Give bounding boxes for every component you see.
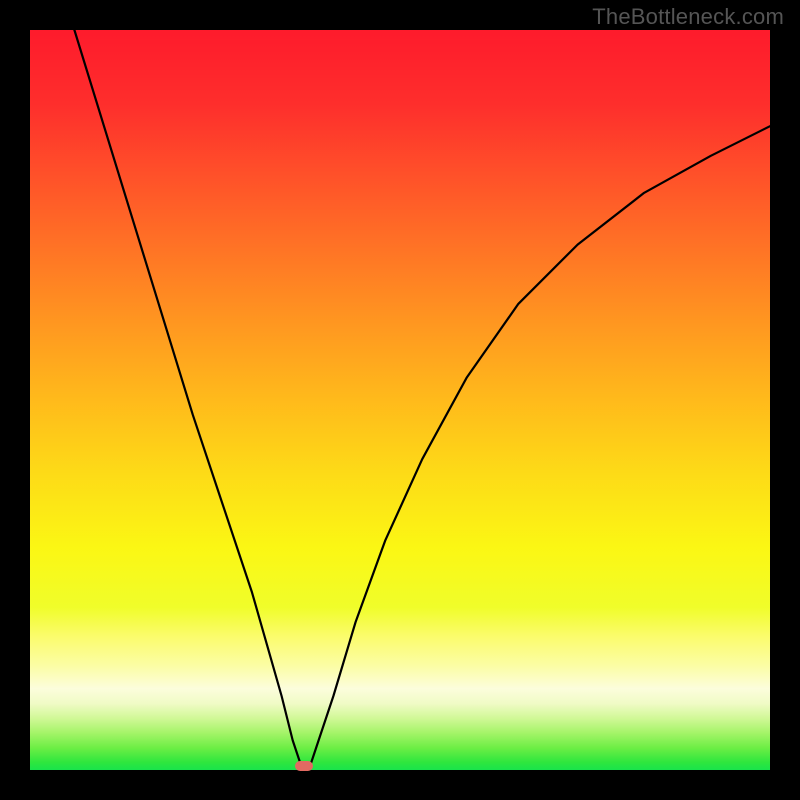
watermark-text: TheBottleneck.com	[592, 4, 784, 30]
minimum-marker	[295, 761, 313, 771]
bottleneck-curve	[30, 30, 770, 770]
chart-plot-area	[30, 30, 770, 770]
